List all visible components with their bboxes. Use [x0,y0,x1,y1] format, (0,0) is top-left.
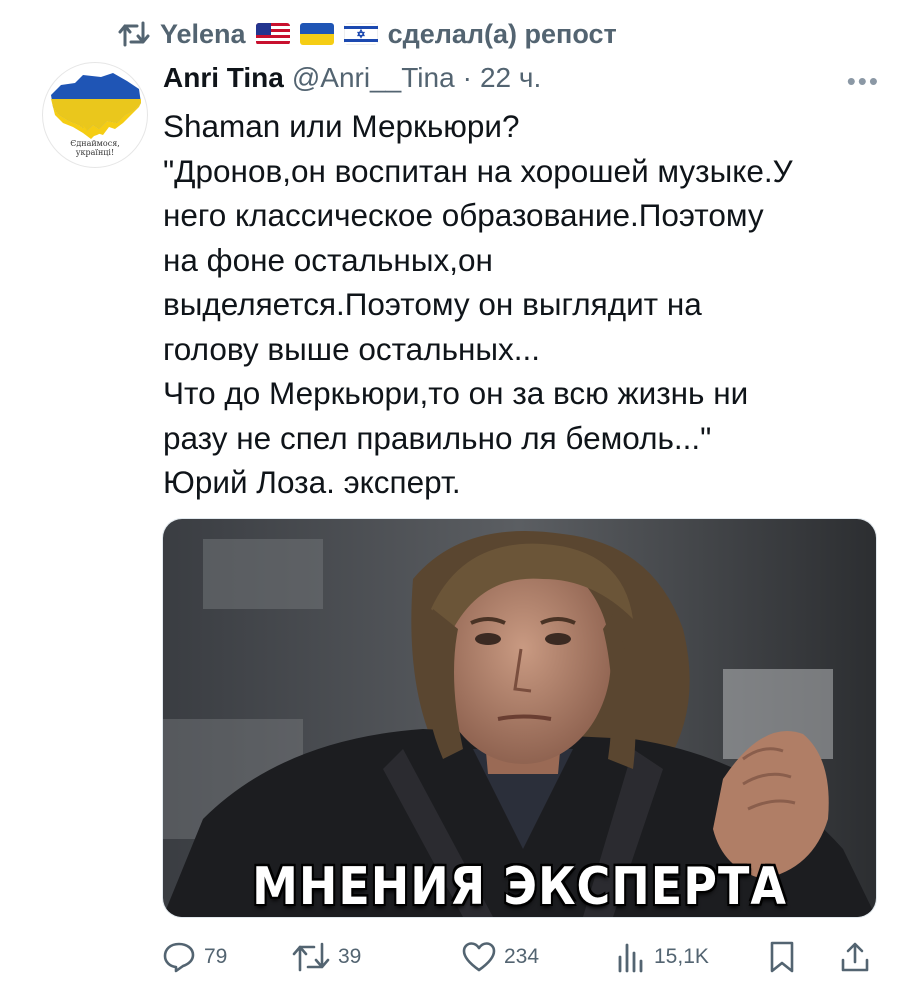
reply-button[interactable]: 79 [162,935,227,979]
repost-header: Yelena сделал(а) репост [118,14,617,54]
repost-icon [118,21,150,47]
tweet-text-line: на фоне остальных,он [163,241,493,278]
repost-icon [292,942,330,972]
like-count: 234 [504,945,540,968]
views-button[interactable]: 15,1K [616,935,709,979]
reply-count: 79 [204,945,228,968]
header-separator: · [462,62,472,93]
share-button[interactable] [840,935,870,979]
israel-flag-icon [343,23,378,45]
repost-count: 39 [338,945,362,968]
author-name-link[interactable]: Anri Tina [163,62,284,94]
tweet-text-line: голову выше остальных... [163,330,541,367]
avatar-caption: Єднаймося, українці! [70,139,120,157]
repost-user-link[interactable]: Yelena [160,19,246,50]
more-options-icon[interactable]: ••• [847,66,880,97]
tweet-media-image[interactable]: МНЕНИЯ ЭКСПЕРТА [162,518,877,918]
tweet-text-line: Что до Меркьюри,то он за всю жизнь ни [163,375,749,411]
tweet-text-line: выделяется.Поэтому он выглядит на [163,286,702,322]
like-button[interactable]: 234 [462,935,539,979]
tweet-text-line: Shaman или Меркьюри? [163,108,520,144]
tweet-timestamp-link[interactable]: 22 ч. [480,62,541,94]
bookmark-button[interactable] [768,935,796,979]
tweet-text-line: Юрий Лоза. эксперт. [163,464,461,500]
author-avatar[interactable]: Єднаймося, українці! [42,62,148,168]
author-handle-link[interactable]: @Anri__Tina [292,62,455,94]
heart-icon [462,942,496,972]
tweet-text-line: "Дронов,он воспитан на хорошей музыке.У [163,152,793,189]
repost-action-text: сделал(а) репост [387,18,617,49]
bookmark-icon [770,941,794,973]
tweet-header: Anri Tina @Anri__Tina · 22 ч. [163,58,541,98]
repost-button[interactable]: 39 [292,935,361,979]
tweet-actions-bar: 79 39 234 15,1K [160,935,880,985]
ukraine-flag-icon [299,23,334,45]
views-chart-icon [618,943,643,973]
us-flag-icon [255,23,290,45]
tweet-text-line: него классическое образование.Поэтому [163,197,764,233]
share-icon [841,942,869,972]
media-caption-text: МНЕНИЯ ЭКСПЕРТА [252,855,787,917]
views-count: 15,1K [654,945,709,968]
tweet-text-line: разу не спел правильно ля бемоль..." [163,419,712,456]
reply-icon [163,942,195,973]
tweet-text: Shaman или Меркьюри? "Дронов,он воспитан… [163,104,873,505]
